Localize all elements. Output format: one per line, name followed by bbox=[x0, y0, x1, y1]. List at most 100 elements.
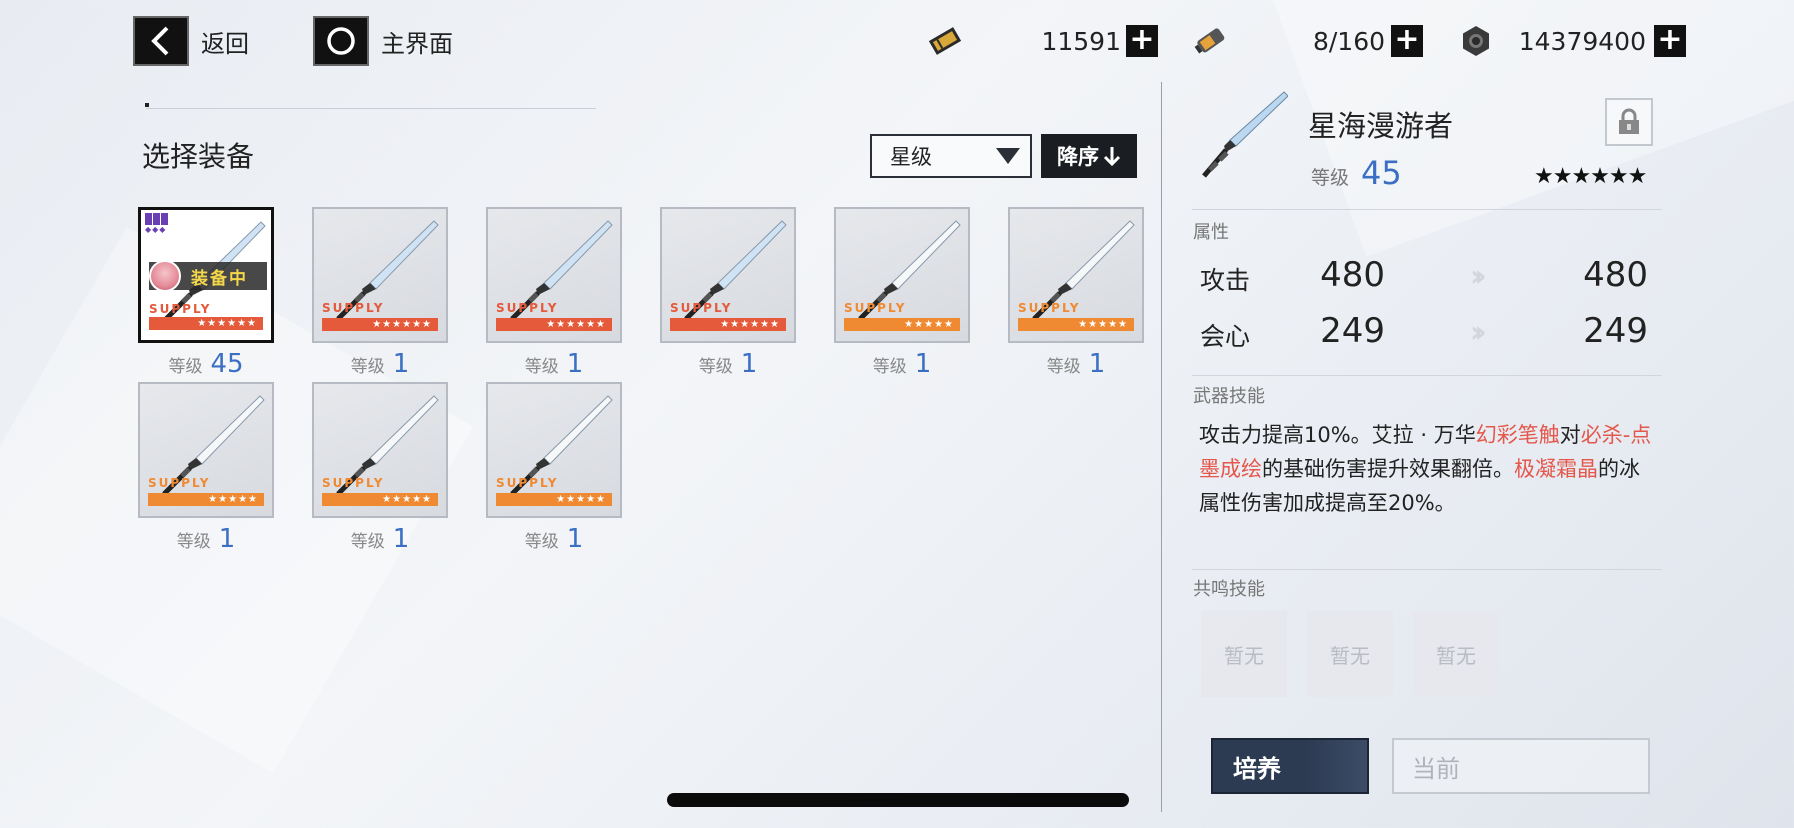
level-label: 等级 bbox=[1046, 357, 1081, 377]
weapon-skill-description: 攻击力提高10%。艾拉 · 万华幻彩笔触对必杀-点墨成绘的基础伤害提升效果翻倍。… bbox=[1199, 418, 1659, 520]
sort-field-value: 星级 bbox=[890, 145, 932, 169]
level-label: 等级 bbox=[176, 532, 211, 552]
rarity-stars: ★★★★★ bbox=[844, 318, 960, 331]
level-value: 1 bbox=[1088, 349, 1106, 379]
supply-label: SUPPLY bbox=[322, 476, 385, 490]
resource-value: 11591 bbox=[1041, 26, 1121, 56]
supply-label: SUPPLY bbox=[496, 301, 559, 315]
equipment-card[interactable]: SUPPLY ★★★★★ bbox=[486, 382, 622, 518]
equipment-card[interactable]: SUPPLY ★★★★★ bbox=[1008, 207, 1144, 343]
supply-label: SUPPLY bbox=[496, 476, 559, 490]
home-indicator[interactable] bbox=[667, 793, 1129, 807]
add-energy-button[interactable]: + bbox=[1391, 25, 1423, 57]
weapon-stars: ★★★★★★ bbox=[1534, 164, 1647, 189]
level-label: 等级 bbox=[524, 357, 559, 377]
rarity-stars: ★★★★★★ bbox=[322, 318, 438, 331]
equipment-level: 等级 45 bbox=[138, 349, 274, 379]
double-chevron-icon: ›› bbox=[1470, 259, 1486, 294]
divider-line bbox=[1192, 569, 1662, 570]
level-value: 1 bbox=[392, 349, 410, 379]
add-coins-button[interactable]: + bbox=[1654, 25, 1686, 57]
sort-order-button[interactable]: 降序 bbox=[1041, 134, 1137, 178]
supply-label: SUPPLY bbox=[670, 301, 733, 315]
attributes-label: 属性 bbox=[1193, 222, 1229, 243]
current-button[interactable]: 当前 bbox=[1392, 738, 1650, 794]
level-label: 等级 bbox=[698, 357, 733, 377]
equipment-level: 等级 1 bbox=[486, 349, 622, 379]
equipment-level: 等级 1 bbox=[834, 349, 970, 379]
level-value: 1 bbox=[566, 349, 584, 379]
rarity-stars: ★★★★★ bbox=[1018, 318, 1134, 331]
weapon-thumbnail bbox=[1202, 91, 1288, 178]
supply-label: SUPPLY bbox=[844, 301, 907, 315]
stat-name: 攻击 bbox=[1200, 266, 1251, 295]
weapon-skill-label: 武器技能 bbox=[1193, 386, 1265, 407]
equipment-level: 等级 1 bbox=[486, 524, 622, 554]
skill-keyword: 幻彩笔触 bbox=[1475, 423, 1560, 447]
back-button[interactable]: 返回 bbox=[133, 16, 249, 66]
level-value: 1 bbox=[914, 349, 932, 379]
circle-home-icon bbox=[313, 16, 369, 66]
stat-name: 会心 bbox=[1200, 322, 1251, 351]
equipment-card[interactable]: SUPPLY ★★★★★★ bbox=[486, 207, 622, 343]
sort-field-select[interactable]: 星级 bbox=[870, 134, 1032, 178]
level-value: 45 bbox=[210, 349, 244, 379]
supply-label: SUPPLY bbox=[322, 301, 385, 315]
level-value: 1 bbox=[392, 524, 410, 554]
back-label: 返回 bbox=[201, 29, 249, 58]
skill-keyword: 极凝霜晶 bbox=[1514, 457, 1598, 481]
level-value: 1 bbox=[566, 524, 584, 554]
equipment-card[interactable]: SUPPLY ★★★★★ bbox=[834, 207, 970, 343]
level-label: 等级 bbox=[1311, 167, 1350, 189]
resonance-slot: 暂无 bbox=[1413, 611, 1499, 697]
train-button[interactable]: 培养 bbox=[1211, 738, 1369, 794]
equipment-card[interactable]: SUPPLY ★★★★★ bbox=[312, 382, 448, 518]
add-gold-button[interactable]: + bbox=[1126, 25, 1158, 57]
resonance-slot: 暂无 bbox=[1307, 611, 1393, 697]
supply-label: SUPPLY bbox=[148, 476, 211, 490]
equipment-card[interactable]: SUPPLY ★★★★★ bbox=[138, 382, 274, 518]
level-label: 等级 bbox=[524, 532, 559, 552]
supply-label: SUPPLY bbox=[149, 302, 212, 316]
energy-cell-icon bbox=[1190, 21, 1230, 61]
level-value: 45 bbox=[1361, 154, 1402, 192]
equipment-level: 等级 1 bbox=[1008, 349, 1144, 379]
equipment-level: 等级 1 bbox=[138, 524, 274, 554]
rarity-stars: ★★★★★★ bbox=[670, 318, 786, 331]
rank-pips-icon: ◆◆◆ bbox=[145, 225, 167, 234]
train-label: 培养 bbox=[1233, 754, 1281, 783]
coin-nut-icon bbox=[1456, 21, 1496, 61]
gold-ticket-icon bbox=[925, 21, 965, 61]
stat-row-attack: 攻击 480 ›› 480 bbox=[1200, 255, 1660, 301]
home-button[interactable]: 主界面 bbox=[313, 16, 453, 66]
level-label: 等级 bbox=[168, 357, 203, 377]
resonance-slot: 暂无 bbox=[1201, 611, 1287, 697]
select-equipment-title: 选择装备 bbox=[142, 140, 255, 173]
stat-current: 249 bbox=[1320, 311, 1385, 351]
stat-next: 249 bbox=[1583, 311, 1648, 351]
rank-badge-icon bbox=[145, 213, 168, 225]
level-label: 等级 bbox=[350, 357, 385, 377]
chevron-left-icon bbox=[133, 16, 189, 66]
character-avatar bbox=[149, 260, 181, 292]
resource-value: 8/160 bbox=[1312, 26, 1385, 56]
equipment-level: 等级 1 bbox=[312, 524, 448, 554]
equipment-card[interactable]: SUPPLY ★★★★★★ ◆◆◆ 装备中 bbox=[138, 207, 274, 343]
rarity-stars: ★★★★★★ bbox=[496, 318, 612, 331]
level-label: 等级 bbox=[872, 357, 907, 377]
panel-separator bbox=[1161, 82, 1162, 812]
rarity-stars: ★★★★★ bbox=[322, 493, 438, 506]
rarity-stars: ★★★★★ bbox=[496, 493, 612, 506]
divider-line bbox=[1192, 375, 1662, 376]
current-label: 当前 bbox=[1412, 754, 1460, 783]
divider-line bbox=[146, 108, 596, 109]
dropdown-triangle-icon bbox=[996, 148, 1020, 164]
equipment-card[interactable]: SUPPLY ★★★★★★ bbox=[660, 207, 796, 343]
equipment-level: 等级 1 bbox=[660, 349, 796, 379]
lock-button[interactable] bbox=[1605, 98, 1653, 146]
weapon-name: 星海漫游者 bbox=[1308, 109, 1454, 143]
skill-text-part: 的基础伤害提升效果翻倍。 bbox=[1262, 457, 1514, 481]
lock-icon bbox=[1619, 108, 1639, 134]
home-label: 主界面 bbox=[381, 29, 453, 58]
equipment-card[interactable]: SUPPLY ★★★★★★ bbox=[312, 207, 448, 343]
